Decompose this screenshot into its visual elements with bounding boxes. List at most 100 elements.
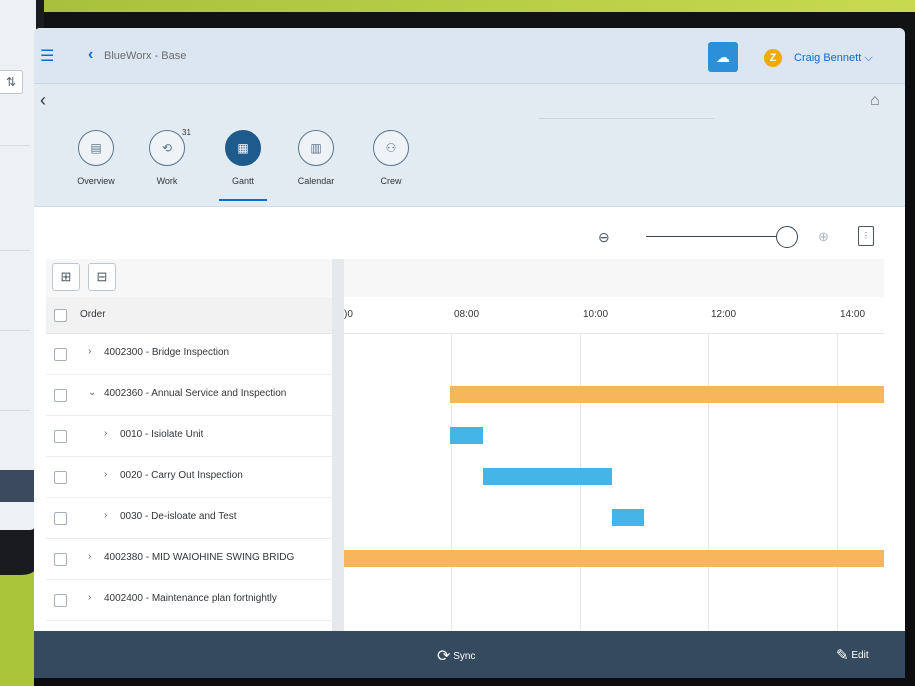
sync-label: Sync [453, 651, 476, 662]
zoom-slider-handle[interactable] [776, 226, 798, 248]
row-checkbox[interactable] [54, 348, 67, 361]
expand-icon[interactable]: › [104, 510, 107, 521]
row-label: 0030 - De-isloate and Test [120, 511, 237, 522]
footer-bar: ⟳ Sync ✎ Edit [34, 631, 905, 678]
row-checkbox[interactable] [54, 389, 67, 402]
notification-button[interactable]: ☁ [708, 42, 738, 72]
gantt-chart: )0 08:00 10:00 12:00 14:00 [344, 259, 884, 631]
collapse-icon[interactable]: ⌄ [88, 387, 96, 398]
timeline-header-band [344, 259, 884, 297]
row-checkbox[interactable] [54, 471, 67, 484]
expand-icon[interactable]: › [104, 469, 107, 480]
icon-tab-bar: ▤ Overview ⟲ 31 Work ▦ Gantt ▥ Calendar … [34, 120, 905, 207]
divider [539, 118, 714, 119]
expand-icon[interactable]: › [88, 346, 91, 357]
table-row[interactable]: › 4002380 - MID WAIOHINE SWING BRIDG [46, 538, 334, 580]
table-row[interactable]: › 4002300 - Bridge Inspection [46, 333, 334, 375]
shell-bar: ☰ ‹ BlueWorx - Base ☁ Z Craig Bennett ⌵ [34, 28, 905, 84]
divider [0, 330, 30, 331]
cloud-icon: ☁ [716, 48, 730, 65]
background-device-screen: ⇅ [0, 0, 36, 530]
sync-button[interactable]: ⟳ Sync [437, 646, 475, 666]
gridline [837, 333, 838, 631]
row-label: 4002380 - MID WAIOHINE SWING BRIDG [104, 552, 295, 563]
time-label: )0 [344, 309, 353, 320]
overview-icon: ▤ [78, 130, 114, 166]
background-device-band [0, 470, 36, 502]
table-header: Order [46, 297, 334, 334]
settings-icon[interactable]: ⋮ [858, 226, 874, 246]
time-label: 08:00 [454, 309, 480, 320]
sub-header: ‹ ⌂ [34, 84, 905, 120]
expand-icon[interactable]: › [88, 551, 91, 562]
table-row[interactable]: ⌄ 4002360 - Annual Service and Inspectio… [46, 374, 334, 416]
tab-label: Work [156, 176, 178, 186]
divider [0, 410, 30, 411]
active-tab-indicator [219, 199, 267, 201]
expand-icon[interactable]: › [88, 592, 91, 603]
edit-icon: ✎ [836, 647, 849, 664]
row-label: 4002400 - Maintenance plan fortnightly [104, 593, 277, 604]
tab-label: Crew [380, 176, 402, 186]
home-icon[interactable]: ⌂ [870, 92, 880, 110]
tab-calendar[interactable]: ▥ Calendar [284, 130, 348, 186]
time-label: 10:00 [583, 309, 609, 320]
row-label: 0010 - Isiolate Unit [120, 429, 204, 440]
gantt-toolbar: ⊖ ⊕ ⋮ [34, 207, 905, 259]
operation-bar[interactable] [611, 509, 644, 526]
tab-work[interactable]: ⟲ 31 Work [135, 128, 199, 186]
app-title: BlueWorx - Base [104, 50, 187, 62]
edit-button[interactable]: ✎ Edit [836, 646, 869, 664]
row-label: 4002360 - Annual Service and Inspection [104, 388, 287, 399]
operation-bar[interactable] [449, 427, 484, 444]
tab-label: Gantt [231, 176, 254, 186]
sort-icon[interactable]: ⇅ [0, 70, 23, 94]
row-checkbox[interactable] [54, 594, 67, 607]
background-accent-left [0, 570, 34, 686]
table-row[interactable]: › 0020 - Carry Out Inspection [46, 456, 334, 498]
zoom-in-icon[interactable]: ⊕ [818, 229, 829, 245]
gantt-grid: ⊞ ⊟ Order › 4002300 - Bridge Inspection … [34, 259, 905, 631]
row-label: 4002300 - Bridge Inspection [104, 347, 230, 358]
row-checkbox[interactable] [54, 430, 67, 443]
expand-all-button[interactable]: ⊞ [52, 263, 80, 291]
order-table: ⊞ ⊟ Order › 4002300 - Bridge Inspection … [46, 259, 335, 631]
expand-all-icon: ⊞ [60, 269, 72, 284]
expand-icon[interactable]: › [104, 428, 107, 439]
gridline [451, 333, 452, 631]
row-checkbox[interactable] [54, 553, 67, 566]
column-header-order: Order [80, 309, 106, 320]
tab-overview[interactable]: ▤ Overview [64, 130, 128, 186]
gantt-icon: ▦ [225, 130, 261, 166]
pane-splitter[interactable] [332, 259, 344, 631]
collapse-all-button[interactable]: ⊟ [88, 263, 116, 291]
divider [0, 250, 30, 251]
work-icon: ⟲ [149, 130, 185, 166]
user-menu[interactable]: Craig Bennett ⌵ [794, 52, 873, 65]
tab-gantt[interactable]: ▦ Gantt [211, 130, 275, 201]
company-logo: Z [764, 49, 782, 67]
timeline-header: )0 08:00 10:00 12:00 14:00 [344, 297, 884, 334]
zoom-slider[interactable] [646, 236, 794, 237]
tab-count: 31 [182, 128, 191, 137]
zoom-out-icon[interactable]: ⊖ [598, 229, 610, 246]
tab-label: Overview [77, 176, 115, 186]
row-label: 0020 - Carry Out Inspection [120, 470, 243, 481]
row-checkbox[interactable] [54, 512, 67, 525]
collapse-all-icon: ⊟ [96, 269, 108, 284]
back-icon[interactable]: ‹ [88, 46, 93, 64]
operation-bar[interactable] [483, 468, 612, 485]
table-row[interactable]: › 4002400 - Maintenance plan fortnightly [46, 579, 334, 621]
table-row[interactable]: › 0010 - Isiolate Unit [46, 415, 334, 457]
nav-back-icon[interactable]: ‹ [40, 90, 46, 111]
menu-icon[interactable]: ☰ [40, 46, 54, 66]
crew-icon: ⚇ [373, 130, 409, 166]
calendar-icon: ▥ [298, 130, 334, 166]
order-bar[interactable] [449, 386, 884, 403]
time-label: 14:00 [840, 309, 866, 320]
table-row[interactable]: › 0030 - De-isloate and Test [46, 497, 334, 539]
select-all-checkbox[interactable] [54, 309, 67, 322]
gridline [708, 333, 709, 631]
order-bar[interactable] [344, 550, 884, 567]
tab-crew[interactable]: ⚇ Crew [359, 130, 423, 186]
